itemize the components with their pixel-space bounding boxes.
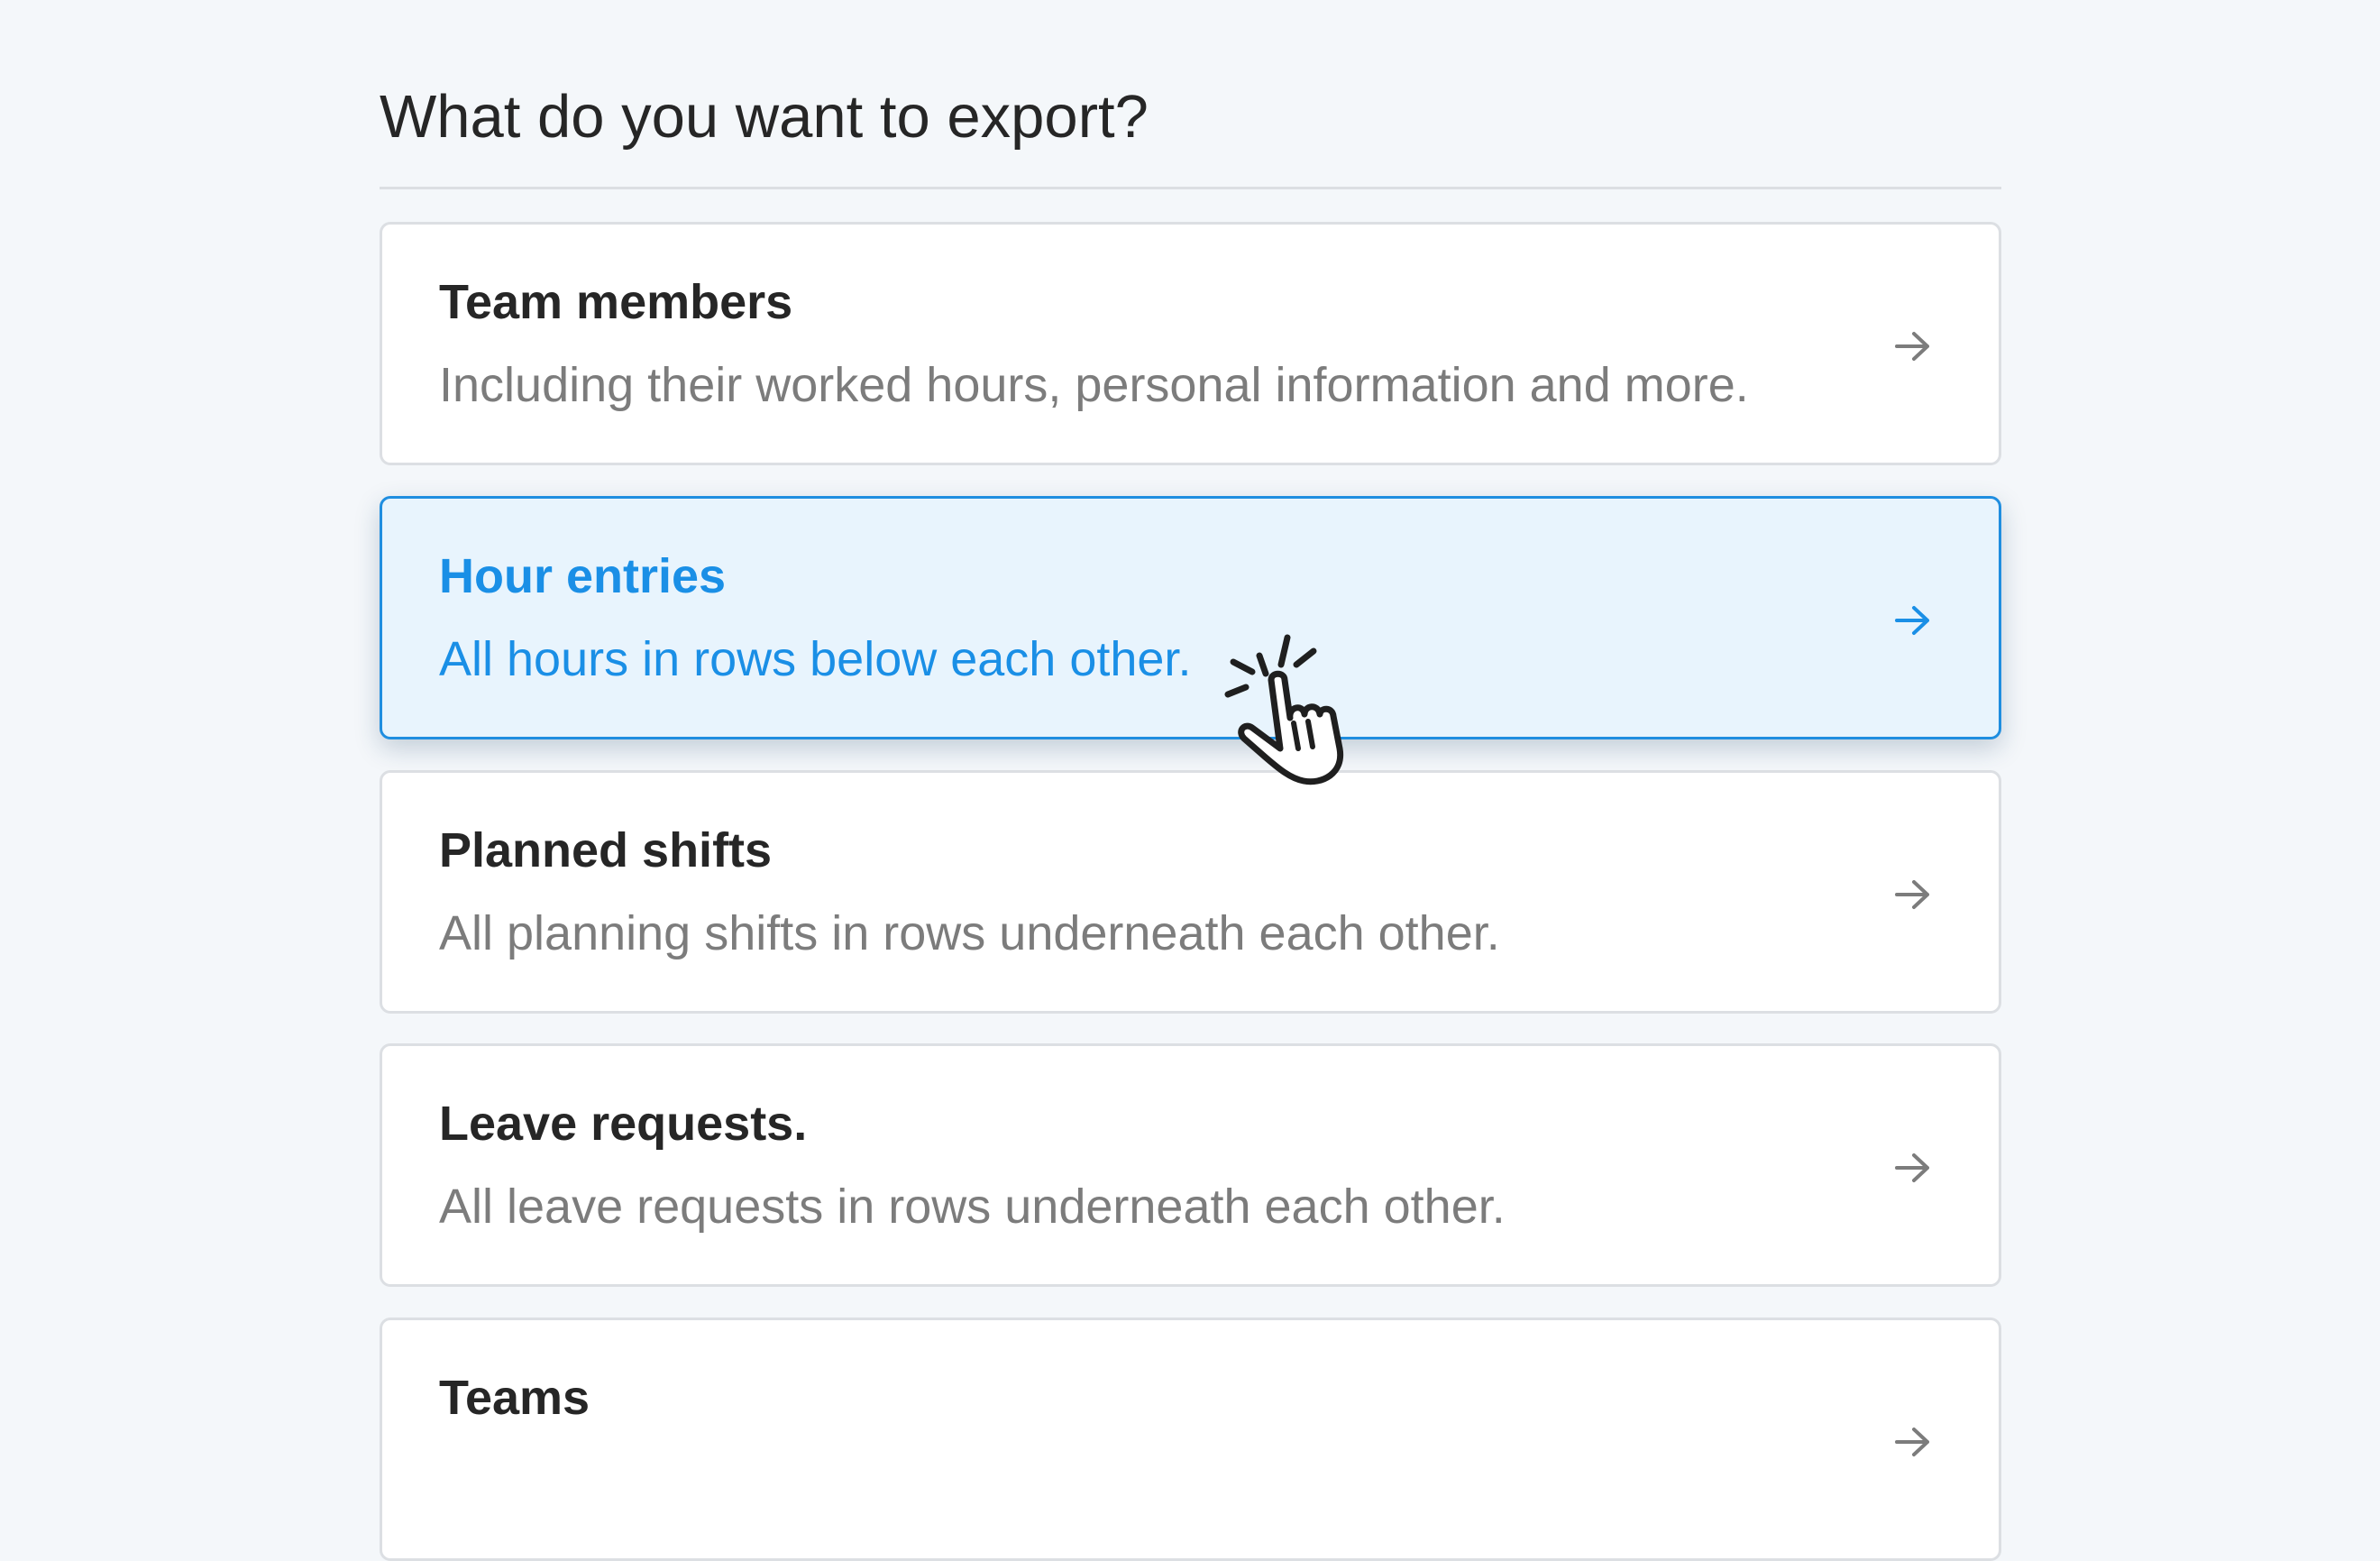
option-description: All hours in rows below each other.	[439, 632, 1192, 686]
page-title: What do you want to export?	[380, 83, 1149, 151]
option-title: Leave requests.	[439, 1097, 808, 1151]
option-teams[interactable]: Teams	[380, 1318, 2001, 1561]
arrow-right-icon	[1893, 1150, 1933, 1186]
option-description: Including their worked hours, personal i…	[439, 358, 1749, 412]
option-hour-entries[interactable]: Hour entries All hours in rows below eac…	[380, 496, 2001, 739]
option-description: All leave requests in rows underneath ea…	[439, 1180, 1506, 1234]
option-team-members[interactable]: Team members Including their worked hour…	[380, 222, 2001, 465]
option-title: Planned shifts	[439, 823, 773, 877]
title-divider	[380, 187, 2001, 189]
option-leave-requests[interactable]: Leave requests. All leave requests in ro…	[380, 1043, 2001, 1287]
arrow-right-icon	[1893, 328, 1933, 364]
option-planned-shifts[interactable]: Planned shifts All planning shifts in ro…	[380, 770, 2001, 1014]
option-title: Hour entries	[439, 549, 727, 603]
arrow-right-icon	[1893, 877, 1933, 913]
option-title: Team members	[439, 275, 793, 329]
arrow-right-icon	[1893, 602, 1933, 638]
option-description: All planning shifts in rows underneath e…	[439, 906, 1500, 960]
option-title: Teams	[439, 1371, 590, 1425]
arrow-right-icon	[1893, 1424, 1933, 1460]
